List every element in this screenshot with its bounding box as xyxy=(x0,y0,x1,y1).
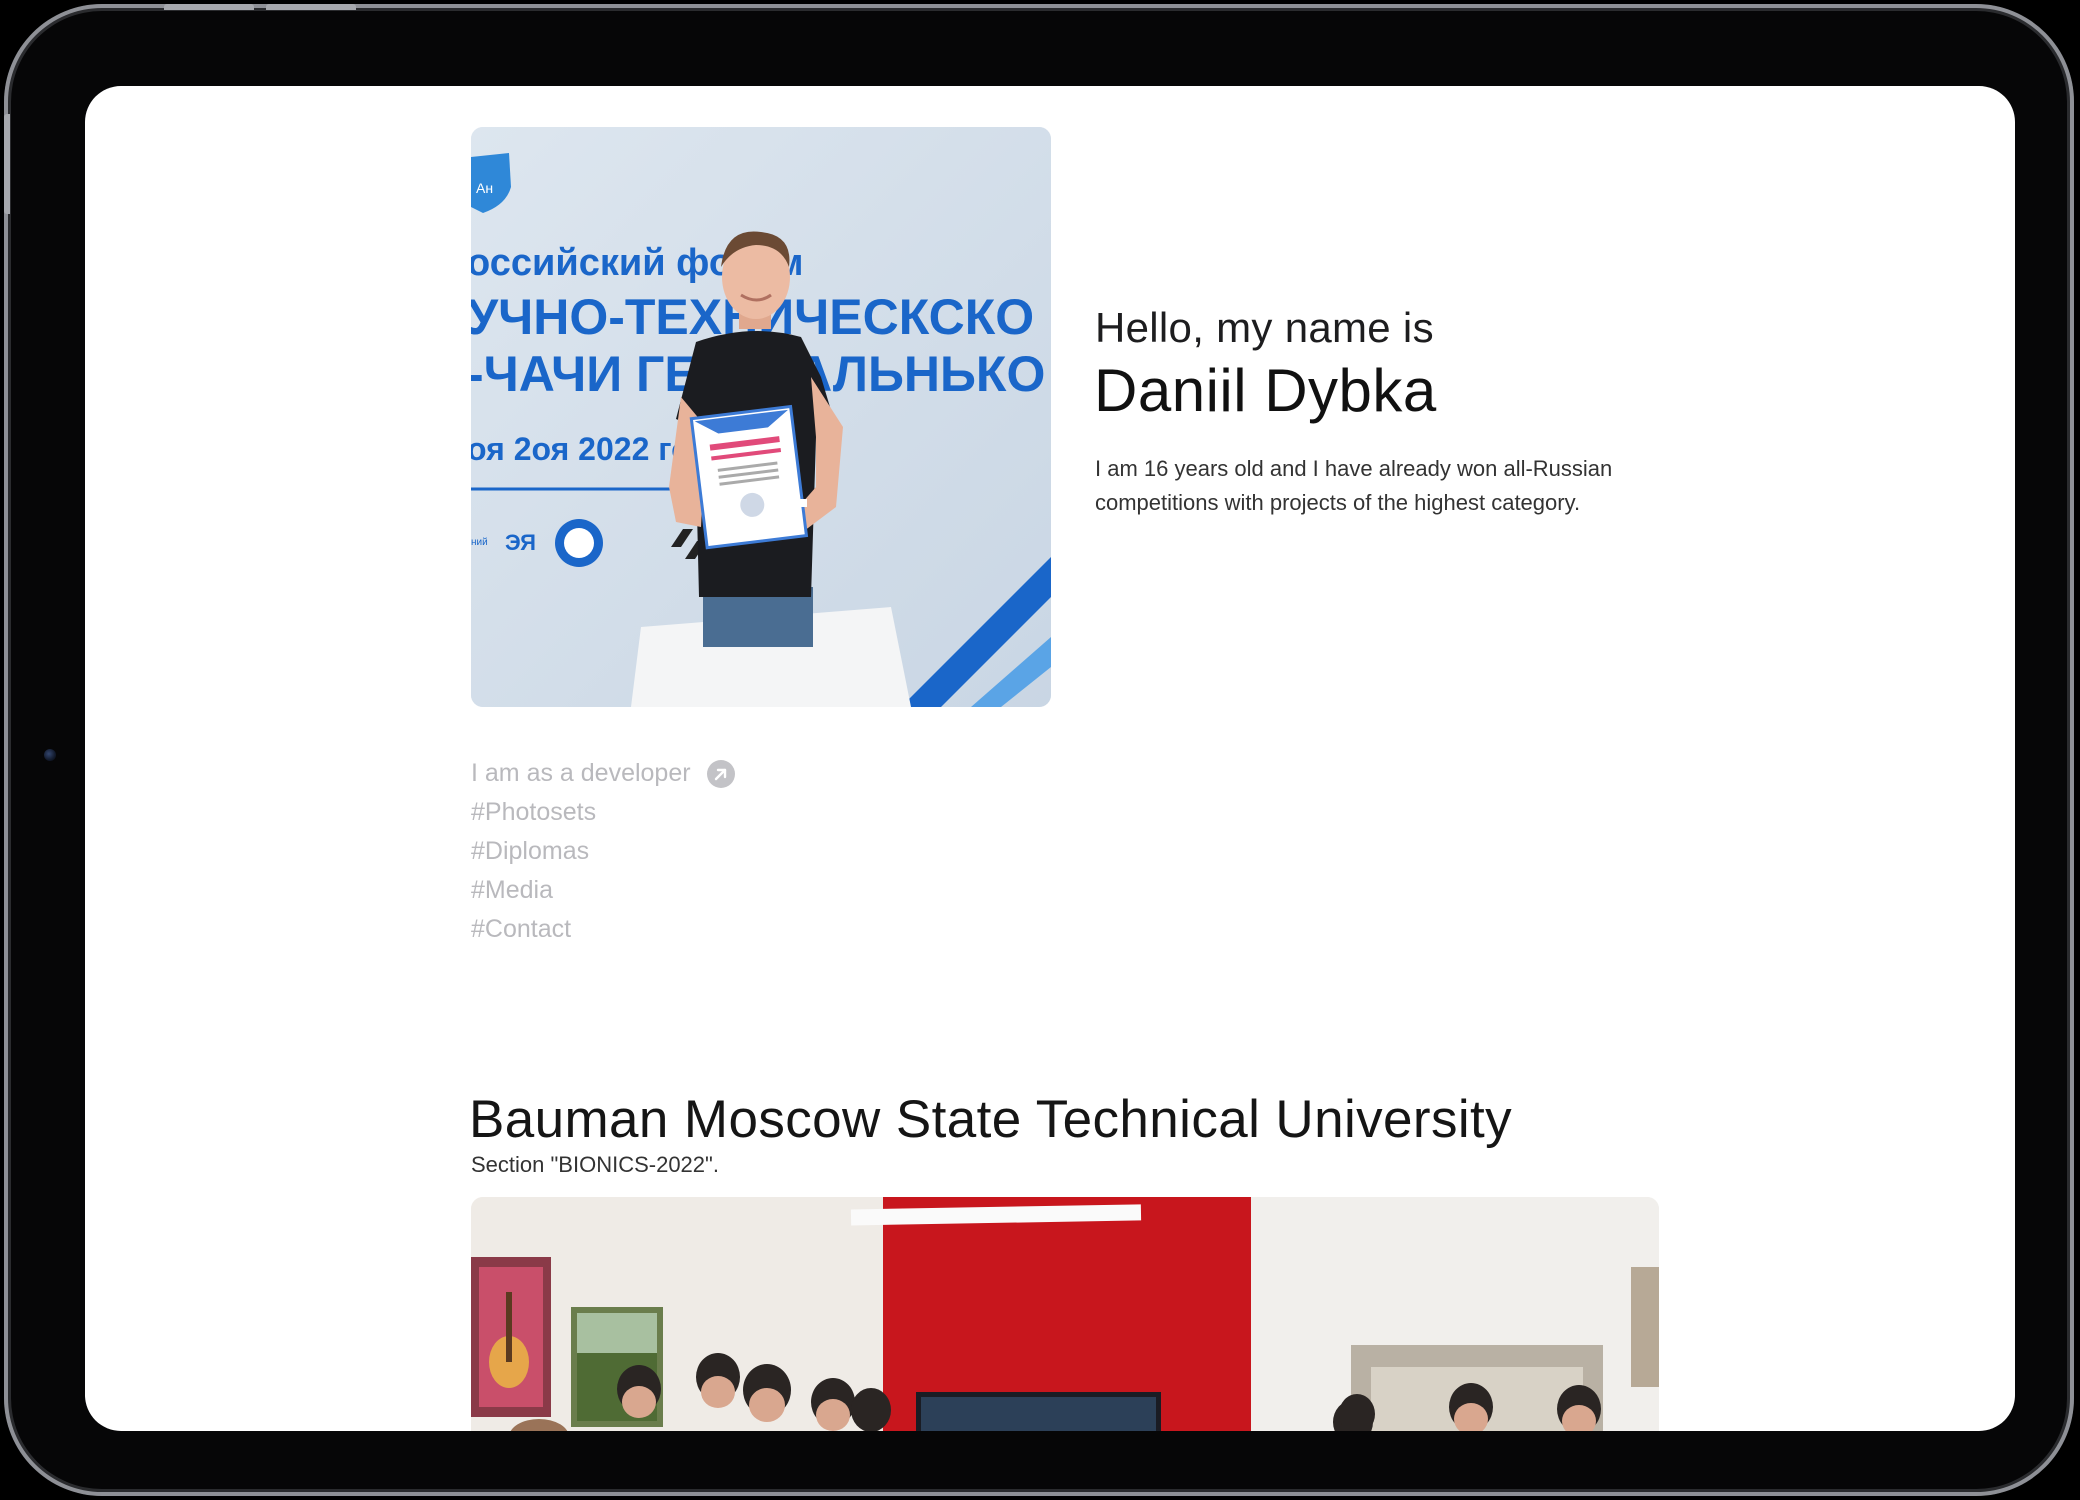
group-photo xyxy=(471,1197,1659,1431)
svg-text:Ан: Ан xyxy=(476,180,493,196)
nav-item-developer-label: I am as a developer xyxy=(471,759,691,787)
nav-item-photosets[interactable]: #Photosets xyxy=(471,793,735,832)
side-button xyxy=(4,114,10,214)
screen: Ан оссийский форум УЧНО-ТЕХНИЧЕСКСКО -ЧА… xyxy=(85,86,2015,1431)
nav-item-media[interactable]: #Media xyxy=(471,871,735,910)
svg-text:ЭЯ: ЭЯ xyxy=(505,530,536,555)
top-button-2 xyxy=(266,4,356,10)
banner-line-4: оя 2оя 2022 го xyxy=(471,431,691,467)
person-name: Daniil Dybka xyxy=(1094,357,1437,424)
front-camera-icon xyxy=(44,749,56,761)
bio-text: I am 16 years old and I have already won… xyxy=(1095,456,1613,515)
section-title: Bauman Moscow State Technical University xyxy=(469,1090,1513,1149)
arrow-up-right-circle-icon[interactable] xyxy=(706,759,735,788)
top-button-1 xyxy=(164,4,254,10)
nav-item-contact[interactable]: #Contact xyxy=(471,910,735,949)
section-subtitle: Section "BIONICS-2022". xyxy=(471,1152,719,1177)
svg-text:ний: ний xyxy=(471,537,488,548)
section-nav: I am as a developer #Photosets #Diplomas… xyxy=(471,754,735,949)
nav-item-developer[interactable]: I am as a developer xyxy=(471,754,735,793)
profile-photo: Ан оссийский форум УЧНО-ТЕХНИЧЕСКСКО -ЧА… xyxy=(471,127,1051,707)
tablet-frame: Ан оссийский форум УЧНО-ТЕХНИЧЕСКСКО -ЧА… xyxy=(4,4,2074,1496)
nav-item-diplomas[interactable]: #Diplomas xyxy=(471,832,735,871)
greeting-text: Hello, my name is xyxy=(1095,304,1434,351)
